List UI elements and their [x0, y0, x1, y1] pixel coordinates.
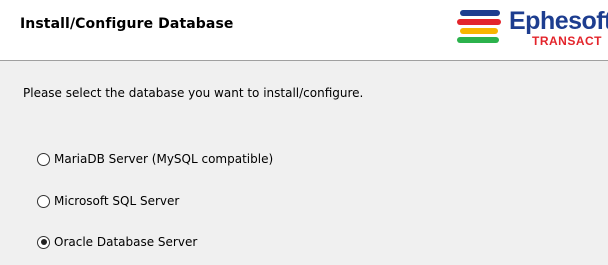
- radio-option-mssql[interactable]: Microsoft SQL Server: [37, 192, 179, 210]
- logo-wordmark: Ephesoft: [509, 7, 608, 35]
- radio-option-mariadb[interactable]: MariaDB Server (MySQL compatible): [37, 150, 273, 168]
- ephesoft-logo: Ephesoft TRANSACT: [457, 4, 608, 54]
- radio-option-oracle[interactable]: Oracle Database Server: [37, 233, 197, 251]
- logo-stripe-green: [457, 37, 499, 43]
- logo-stripe-red: [457, 19, 501, 25]
- page-title: Install/Configure Database: [20, 16, 234, 32]
- logo-stripe-yellow: [460, 28, 498, 34]
- radio-button-mariadb[interactable]: [37, 152, 50, 166]
- logo-tagline: TRANSACT: [532, 34, 602, 48]
- logo-stripes-icon: [457, 10, 501, 43]
- radio-label-oracle: Oracle Database Server: [54, 235, 198, 249]
- radio-button-mssql[interactable]: [37, 194, 50, 208]
- radio-button-oracle[interactable]: [37, 235, 50, 249]
- radio-label-mssql: Microsoft SQL Server: [54, 194, 180, 208]
- radio-label-mariadb: MariaDB Server (MySQL compatible): [54, 152, 274, 166]
- header-bar: Install/Configure Database Ephesoft TRAN…: [0, 0, 608, 61]
- instruction-text: Please select the database you want to i…: [23, 86, 364, 100]
- logo-stripe-blue: [460, 10, 500, 16]
